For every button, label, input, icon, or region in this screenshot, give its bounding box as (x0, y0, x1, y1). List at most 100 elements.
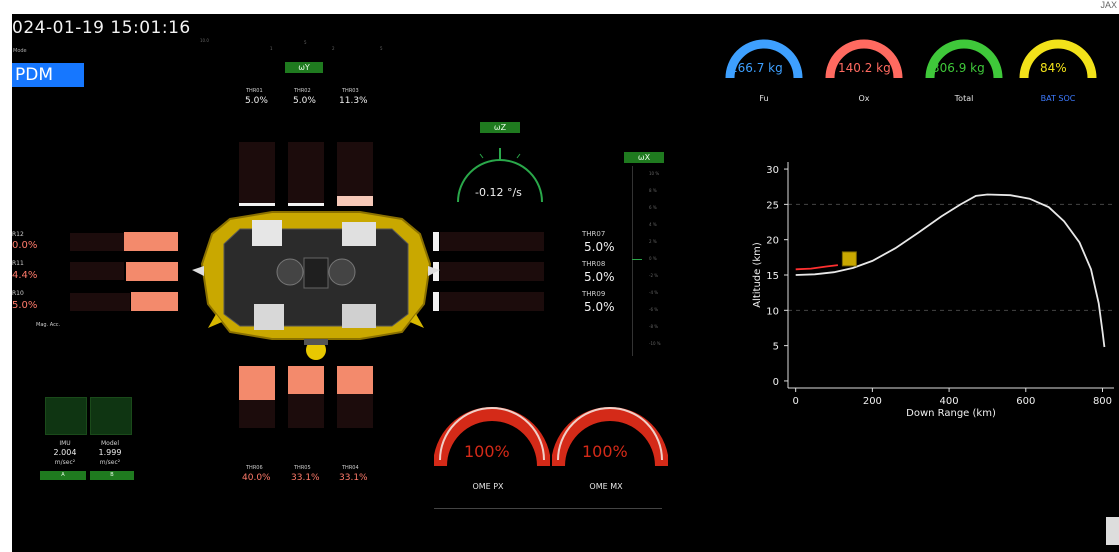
bat-soc-label: BAT SOC (1040, 94, 1076, 103)
ome-mx-value: 100% (582, 442, 628, 461)
trajectory-series-0 (795, 193, 1106, 348)
omega-x-tick: -6 % (649, 307, 659, 312)
omega-x-tick: -8 % (649, 324, 659, 329)
gauge-arcs (725, 39, 1097, 79)
thr05-value: 33.1% (291, 473, 320, 483)
x-tick-label: 600 (1016, 396, 1035, 407)
omega-x-tick: 10 % (649, 171, 660, 176)
thr12-bar-track (70, 233, 124, 251)
thr06-label: THR06 (246, 465, 263, 471)
thr11-value: 4.4% (12, 270, 38, 281)
thr05-label: THR05 (294, 465, 311, 471)
thr01-label: THR01 (246, 88, 263, 94)
mode-indicator[interactable]: PDM (12, 63, 84, 87)
omega-x-tick: -10 % (649, 341, 661, 346)
total-label: Total (954, 94, 974, 103)
bat-soc-gauge-arc (1019, 39, 1097, 79)
ox-label: Ox (858, 94, 870, 103)
thr08-value: 5.0% (584, 270, 615, 284)
omega-y-tag: ωY (285, 62, 323, 73)
omega-x-tick: 4 % (649, 222, 657, 227)
ome-mx-label: OME MX (589, 482, 623, 491)
top-tick: 1 (270, 46, 273, 51)
imu-value: 2.004 (53, 448, 77, 457)
lander-marker (841, 251, 857, 267)
top-tick: 10.0 (200, 38, 209, 43)
model-indicator (90, 397, 132, 435)
omega-x-tick: -4 % (649, 290, 659, 295)
imu-unit: m/sec² (54, 459, 76, 466)
thr04-label: THR04 (342, 465, 359, 471)
engine-divider (434, 508, 662, 509)
y-tick-label: 25 (766, 200, 779, 211)
omega-x-scale (632, 166, 633, 356)
thr03-value: 11.3% (339, 96, 368, 106)
thr10-bar-track (70, 293, 130, 311)
watermark: JAX (1100, 0, 1117, 10)
ome-px-value: 100% (464, 442, 510, 461)
omega-x-indicator (632, 259, 642, 260)
model-unit: m/sec² (99, 459, 121, 466)
top-tick: 5 (304, 40, 307, 45)
thr07-bar-track (440, 232, 544, 251)
imu-button[interactable]: A (40, 471, 86, 480)
thr12-label: R12 (12, 231, 24, 238)
thr12-bar-fill (124, 232, 178, 251)
imu-label: IMU (59, 440, 71, 447)
thr08-bar-track (440, 262, 544, 281)
fu-label: Fu (759, 94, 769, 103)
lander-illustration (192, 211, 440, 360)
thr01-bar-track (239, 142, 275, 204)
y-axis-label: Altitude (km) (752, 242, 763, 308)
mode-label: Mode (13, 48, 27, 54)
thr11-label: R11 (12, 260, 24, 267)
model-label: Model (100, 440, 119, 447)
trajectory-chart: 0 5 10 15 20 25 30 0 200 400 600 800 Down Range (km)… (752, 162, 1114, 419)
thr07-label: THR07 (582, 230, 606, 238)
x-tick-label: 400 (940, 396, 959, 407)
y-tick-label: 15 (766, 271, 779, 282)
thr10-label: R10 (12, 290, 24, 297)
top-tick: 2 (332, 46, 335, 51)
thr06-value: 40.0% (242, 473, 271, 483)
thr09-bar-track (440, 292, 544, 311)
y-tick-label: 0 (773, 377, 779, 388)
thr03-bar-track (337, 142, 373, 196)
timestamp: 024-01-19 15:01:16 (12, 18, 191, 38)
y-tick-label: 20 (766, 236, 779, 247)
thr02-bar-track (288, 142, 324, 204)
y-tick-label: 5 (773, 342, 779, 353)
thr09-label: THR09 (582, 290, 606, 298)
corner-widget[interactable] (1106, 517, 1119, 545)
omega-z-value: -0.12 °/s (475, 186, 522, 199)
y-tick-label: 10 (766, 306, 779, 317)
thr11-bar-fill (126, 262, 178, 281)
y-tick-label: 30 (766, 165, 779, 176)
thr08-label: THR08 (582, 260, 606, 268)
thr06-bar-track (239, 400, 275, 428)
thr05-bar-fill (288, 366, 324, 394)
thr04-bar-track (337, 394, 373, 428)
thr02-value: 5.0% (293, 96, 316, 106)
trajectory-series-1 (795, 264, 839, 271)
omega-x-tick: 2 % (649, 239, 657, 244)
imu-indicator (45, 397, 87, 435)
omega-x-tick: 6 % (649, 205, 657, 210)
ome-px-label: OME PX (472, 482, 504, 491)
x-tick-label: 200 (863, 396, 882, 407)
thr10-bar-fill (131, 292, 178, 311)
ox-gauge-arc (825, 39, 903, 79)
x-tick-label: 0 (792, 396, 798, 407)
omega-z-tag: ωZ (480, 122, 520, 133)
model-value: 1.999 (98, 448, 122, 457)
fu-gauge-arc (725, 39, 803, 79)
thr12-value: 0.0% (12, 240, 38, 251)
telemetry-display: 024-01-19 15:01:16 Mode PDM 10.0 1 5 2 5… (12, 14, 1119, 552)
model-button[interactable]: B (90, 471, 134, 480)
omega-x-tick: 0 % (649, 256, 657, 261)
thr07-value: 5.0% (584, 240, 615, 254)
total-gauge-arc (925, 39, 1003, 79)
thr10-value: 5.0% (12, 300, 38, 311)
thr02-label: THR02 (294, 88, 311, 94)
mag-acc-label: Mag. Acc. (36, 322, 61, 328)
